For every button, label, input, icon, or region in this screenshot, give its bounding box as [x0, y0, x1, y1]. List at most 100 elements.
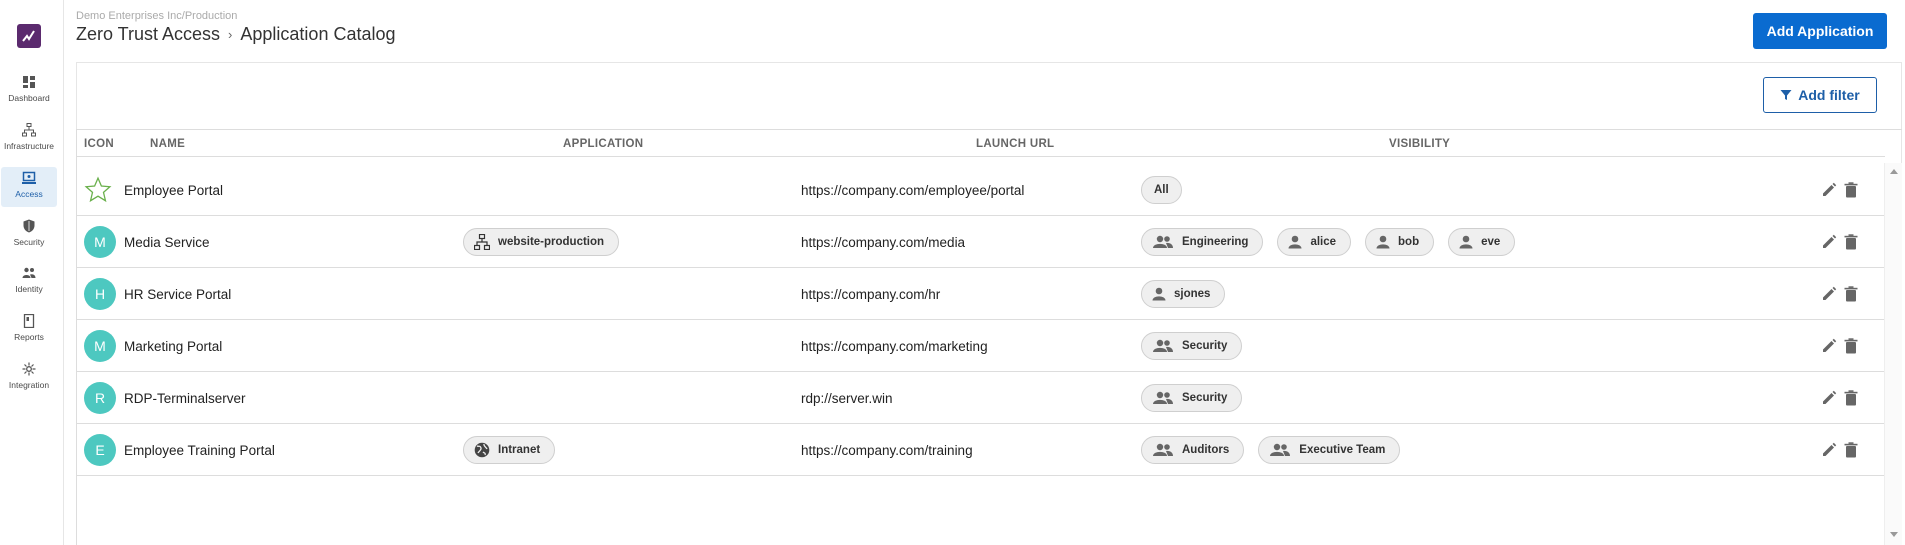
table-row[interactable]: M Media Service website-production https://… [77, 216, 1885, 268]
visibility-chip-label: sjones [1174, 288, 1211, 300]
visibility-cell: All [1141, 164, 1196, 216]
people-icon [22, 267, 36, 278]
visibility-chip[interactable]: sjones [1141, 280, 1226, 308]
table-row[interactable]: M Marketing Portal https://company.com/mar… [77, 320, 1885, 372]
add-filter-label: Add filter [1798, 87, 1860, 103]
avatar: M [84, 330, 116, 362]
chevron-right-icon: › [228, 27, 233, 42]
user-icon [1152, 287, 1166, 301]
column-header-icon[interactable]: ICON [84, 138, 114, 150]
scroll-down-arrow-icon[interactable] [1890, 532, 1898, 537]
application-table: ICON NAME APPLICATION LAUNCH URL VISIBIL… [76, 129, 1902, 545]
launch-url-text: https://company.com/training [801, 442, 973, 458]
edit-icon[interactable] [1821, 442, 1837, 458]
table-header: ICON NAME APPLICATION LAUNCH URL VISIBIL… [77, 130, 1885, 157]
icon-cell: M [84, 216, 116, 268]
sidebar-item-reports[interactable]: Reports [1, 310, 57, 350]
application-chip[interactable]: Intranet [463, 436, 556, 464]
org-path: Demo Enterprises Inc/Production [76, 10, 238, 22]
launch-url-text: rdp://server.win [801, 390, 893, 406]
sidebar-item-label: Reports [14, 332, 44, 342]
add-filter-button[interactable]: Add filter [1763, 77, 1877, 113]
report-icon [23, 314, 35, 328]
visibility-chip[interactable]: Auditors [1141, 436, 1245, 464]
avatar: H [84, 278, 116, 310]
scroll-up-arrow-icon[interactable] [1890, 169, 1898, 174]
filter-icon [1780, 90, 1792, 100]
visibility-chip[interactable]: alice [1277, 228, 1352, 256]
sidebar-item-label: Identity [15, 284, 43, 294]
delete-icon[interactable] [1843, 338, 1859, 354]
sidebar-item-integration[interactable]: Integration [1, 358, 57, 398]
visibility-chip[interactable]: Security [1141, 332, 1243, 360]
avatar: M [84, 226, 116, 258]
app-name[interactable]: Employee Training Portal [124, 424, 275, 476]
column-header-name[interactable]: NAME [150, 138, 185, 150]
app-name[interactable]: RDP-Terminalserver [124, 372, 246, 424]
visibility-chip[interactable]: bob [1365, 228, 1435, 256]
visibility-chip-label: All [1154, 184, 1169, 196]
group-icon [1153, 391, 1173, 404]
visibility-chip[interactable]: All [1141, 176, 1182, 204]
sidebar-item-label: Infrastructure [3, 141, 55, 151]
sitemap-icon [474, 234, 490, 250]
integration-icon [22, 362, 36, 376]
row-actions [1821, 164, 1859, 216]
app-logo[interactable] [17, 24, 41, 48]
sidebar-item-access[interactable]: Access [1, 167, 57, 207]
app-name-text: Media Service [124, 234, 210, 250]
sidebar-item-infrastructure[interactable]: Infrastructure [1, 119, 57, 159]
edit-icon[interactable] [1821, 234, 1837, 250]
app-name[interactable]: Employee Portal [124, 164, 223, 216]
edit-icon[interactable] [1821, 390, 1837, 406]
application-chip-label: website-production [498, 236, 605, 248]
visibility-chip[interactable]: Executive Team [1258, 436, 1401, 464]
delete-icon[interactable] [1843, 182, 1859, 198]
launch-url[interactable]: https://company.com/media [801, 216, 965, 268]
app-name[interactable]: HR Service Portal [124, 268, 231, 320]
group-icon [1153, 443, 1173, 456]
table-row[interactable]: H HR Service Portal https://company.com/hr… [77, 268, 1885, 320]
sidebar-item-label: Access [15, 189, 43, 199]
visibility-chip[interactable]: Engineering [1141, 228, 1264, 256]
visibility-chip[interactable]: Security [1141, 384, 1243, 412]
breadcrumb-item-zero-trust-access[interactable]: Zero Trust Access [76, 24, 220, 45]
delete-icon[interactable] [1843, 390, 1859, 406]
launch-url[interactable]: rdp://server.win [801, 372, 893, 424]
sidebar-item-label: Security [13, 237, 45, 247]
group-icon [1270, 443, 1291, 456]
visibility-chip-label: Engineering [1182, 236, 1249, 248]
edit-icon[interactable] [1821, 338, 1837, 354]
table-scrollbar[interactable] [1884, 163, 1902, 545]
sidebar-item-dashboard[interactable]: Dashboard [1, 71, 57, 111]
avatar: E [84, 434, 116, 466]
column-header-visibility[interactable]: VISIBILITY [1389, 138, 1450, 150]
launch-url[interactable]: https://company.com/hr [801, 268, 940, 320]
delete-icon[interactable] [1843, 286, 1859, 302]
application-cell: website-production [463, 216, 633, 268]
app-name[interactable]: Media Service [124, 216, 210, 268]
visibility-cell: Security [1141, 372, 1256, 424]
launch-url[interactable]: https://company.com/training [801, 424, 973, 476]
app-name[interactable]: Marketing Portal [124, 320, 222, 372]
visibility-chip[interactable]: eve [1448, 228, 1516, 256]
table-row[interactable]: E Employee Training Portal Intranet https:/… [77, 424, 1885, 476]
launch-url-text: https://company.com/employee/portal [801, 182, 1025, 198]
delete-icon[interactable] [1843, 442, 1859, 458]
table-row[interactable]: Employee Portal https://company.com/emplo… [77, 164, 1885, 216]
delete-icon[interactable] [1843, 234, 1859, 250]
application-chip[interactable]: website-production [463, 228, 620, 256]
launch-url[interactable]: https://company.com/employee/portal [801, 164, 1024, 216]
infrastructure-icon [22, 123, 36, 137]
table-row[interactable]: R RDP-Terminalserver rdp://server.win Secur… [77, 372, 1885, 424]
edit-icon[interactable] [1821, 286, 1837, 302]
visibility-cell: Engineering alice bob eve [1141, 216, 1529, 268]
sidebar-item-identity[interactable]: Identity [1, 262, 57, 302]
visibility-chip-label: alice [1310, 236, 1337, 248]
sidebar-item-security[interactable]: Security [1, 215, 57, 255]
launch-url[interactable]: https://company.com/marketing [801, 320, 988, 372]
column-header-application[interactable]: APPLICATION [563, 138, 643, 150]
add-application-button[interactable]: Add Application [1753, 13, 1887, 49]
edit-icon[interactable] [1821, 182, 1837, 198]
column-header-launch-url[interactable]: LAUNCH URL [976, 138, 1054, 150]
